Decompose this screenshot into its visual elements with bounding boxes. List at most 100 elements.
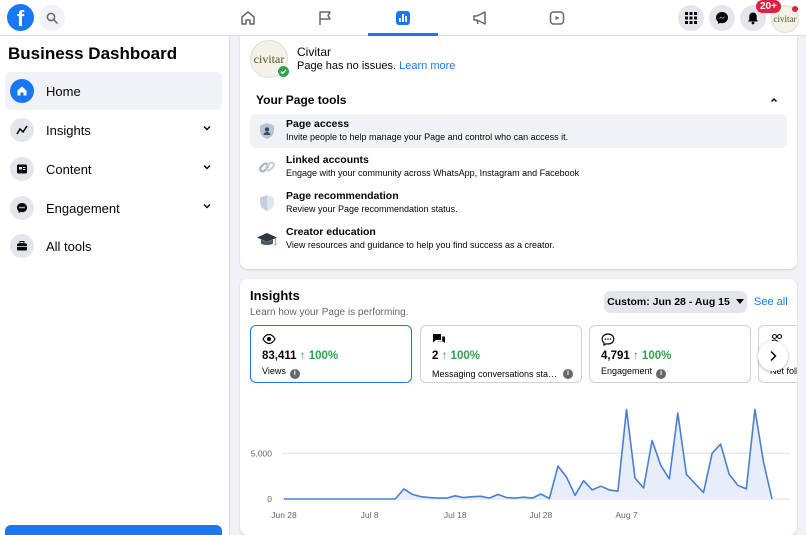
y-tick-label: 5,000 bbox=[251, 448, 273, 458]
home-icon bbox=[10, 79, 34, 103]
metric-value: 83,411 ↑ 100% bbox=[262, 350, 339, 362]
tools-heading: Your Page tools bbox=[256, 93, 347, 107]
messenger-icon bbox=[716, 12, 728, 24]
tool-creator-education[interactable]: Creator education View resources and gui… bbox=[250, 222, 787, 256]
link-chain-icon bbox=[256, 156, 278, 178]
metric-change: ↑ 100% bbox=[632, 350, 672, 362]
sidebar: Business Dashboard Home Insights Content… bbox=[0, 36, 230, 535]
y-tick-label: 0 bbox=[267, 494, 272, 504]
check-icon bbox=[277, 65, 290, 78]
x-tick-label: Jul 28 bbox=[529, 510, 552, 520]
tab-home[interactable] bbox=[213, 0, 283, 36]
views-chart: 0 5,000 Jun 28 Jul 8 Jul 18 Jul 28 Aug 7 bbox=[251, 408, 790, 520]
chat-bubbles-icon bbox=[433, 334, 445, 343]
search-icon bbox=[46, 12, 58, 24]
info-icon[interactable]: i bbox=[563, 369, 573, 379]
tab-video[interactable] bbox=[522, 0, 592, 36]
x-tick-label: Jul 18 bbox=[444, 510, 467, 520]
chart-area-fill bbox=[284, 409, 772, 499]
messenger-button[interactable] bbox=[709, 5, 735, 31]
sidebar-item-label: Engagement bbox=[46, 200, 120, 216]
tool-page-recommendation[interactable]: Page recommendation Review your Page rec… bbox=[250, 186, 787, 220]
page-status: Page has no issues. Learn more bbox=[297, 60, 455, 72]
tool-description: Engage with your community across WhatsA… bbox=[286, 168, 580, 178]
tool-title: Creator education bbox=[286, 226, 376, 238]
date-range-label: Custom: Jun 28 - Aug 15 bbox=[607, 296, 730, 308]
video-icon bbox=[549, 11, 565, 25]
metric-change: ↑ 100% bbox=[299, 350, 339, 362]
sidebar-item-content[interactable]: Content bbox=[5, 150, 222, 188]
search-button[interactable] bbox=[39, 5, 65, 31]
bell-icon bbox=[748, 12, 758, 25]
info-icon[interactable]: i bbox=[656, 369, 667, 379]
page-name: Civitar bbox=[297, 45, 332, 59]
facebook-logo-icon[interactable]: f bbox=[7, 4, 34, 31]
top-navigation-bar: f 20+ civitar bbox=[0, 0, 806, 36]
toolbox-icon bbox=[10, 234, 34, 258]
chevron-down-icon bbox=[203, 126, 211, 131]
home-icon bbox=[241, 11, 255, 25]
tool-linked-accounts[interactable]: Linked accounts Engage with your communi… bbox=[250, 150, 787, 184]
next-metrics-button[interactable] bbox=[758, 341, 788, 371]
sidebar-item-label: Content bbox=[46, 161, 92, 177]
sidebar-item-insights[interactable]: Insights bbox=[5, 111, 222, 149]
content-icon bbox=[10, 157, 34, 181]
tool-description: Review your Page recommendation status. bbox=[286, 204, 458, 214]
metric-value: 4,791 ↑ 100% bbox=[601, 350, 672, 362]
tab-pages[interactable] bbox=[290, 0, 360, 36]
date-range-dropdown[interactable]: Custom: Jun 28 - Aug 15 bbox=[604, 291, 747, 313]
x-tick-label: Jul 8 bbox=[361, 510, 379, 520]
sidebar-item-home[interactable]: Home bbox=[5, 72, 222, 110]
learn-more-link[interactable]: Learn more bbox=[399, 60, 455, 72]
sidebar-item-label: Insights bbox=[46, 122, 91, 138]
metric-card-messaging[interactable]: 2 ↑ 100% Messaging conversations started… bbox=[420, 325, 582, 383]
insights-subtitle: Learn how your Page is performing. bbox=[250, 307, 409, 318]
metric-card-engagement[interactable]: 4,791 ↑ 100% Engagement i bbox=[589, 325, 751, 383]
x-tick-label: Aug 7 bbox=[615, 510, 637, 520]
metric-label: Engagement i bbox=[601, 366, 667, 379]
tool-title: Linked accounts bbox=[286, 154, 369, 166]
shield-icon bbox=[256, 192, 278, 214]
info-icon[interactable]: i bbox=[289, 369, 300, 379]
sidebar-item-label: All tools bbox=[46, 238, 92, 254]
avatar-status-dot bbox=[792, 6, 798, 12]
chevron-down-icon bbox=[203, 165, 211, 170]
create-post-button[interactable]: Create post bbox=[5, 525, 222, 535]
insights-card: Insights Learn how your Page is performi… bbox=[240, 279, 797, 535]
insights-title: Insights bbox=[250, 288, 300, 303]
caret-down-icon bbox=[735, 299, 744, 304]
tool-description: Invite people to help manage your Page a… bbox=[286, 132, 569, 142]
x-tick-label: Jun 28 bbox=[271, 510, 297, 520]
sidebar-item-all-tools[interactable]: All tools bbox=[5, 227, 222, 265]
tab-dashboard[interactable] bbox=[368, 0, 438, 36]
tool-title: Page access bbox=[286, 118, 350, 130]
tool-title: Page recommendation bbox=[286, 190, 399, 202]
page-tools-card: civitar Civitar Page has no issues. Lear… bbox=[240, 36, 797, 269]
sidebar-title: Business Dashboard bbox=[8, 44, 178, 63]
chevron-up-icon[interactable] bbox=[769, 95, 779, 105]
shield-person-icon bbox=[256, 120, 278, 142]
chart-line bbox=[284, 408, 773, 500]
graduation-cap-icon bbox=[256, 228, 278, 250]
sidebar-item-engagement[interactable]: Engagement bbox=[5, 189, 222, 227]
chevron-down-icon bbox=[203, 204, 211, 209]
comment-dots-icon bbox=[601, 333, 615, 346]
tool-description: View resources and guidance to help you … bbox=[286, 240, 555, 250]
bar-chart-icon bbox=[396, 11, 410, 25]
menu-button[interactable] bbox=[678, 5, 704, 31]
metric-label: Views i bbox=[262, 366, 300, 379]
chat-bubble-icon bbox=[10, 196, 34, 220]
metric-label: Messaging conversations started i bbox=[432, 366, 573, 379]
metric-card-views[interactable]: 83,411 ↑ 100% Views i bbox=[250, 325, 412, 383]
sidebar-item-label: Home bbox=[46, 83, 81, 99]
eye-icon bbox=[262, 333, 276, 345]
tab-ads[interactable] bbox=[445, 0, 515, 36]
metric-value: 2 ↑ 100% bbox=[432, 350, 480, 362]
metric-change: ↑ 100% bbox=[441, 350, 480, 362]
chevron-right-icon bbox=[770, 350, 777, 362]
notification-count-badge: 20+ bbox=[756, 0, 781, 13]
megaphone-icon bbox=[473, 11, 486, 25]
grid-menu-icon bbox=[685, 12, 697, 24]
tool-page-access[interactable]: Page access Invite people to help manage… bbox=[250, 114, 787, 148]
see-all-link[interactable]: See all bbox=[754, 296, 788, 308]
